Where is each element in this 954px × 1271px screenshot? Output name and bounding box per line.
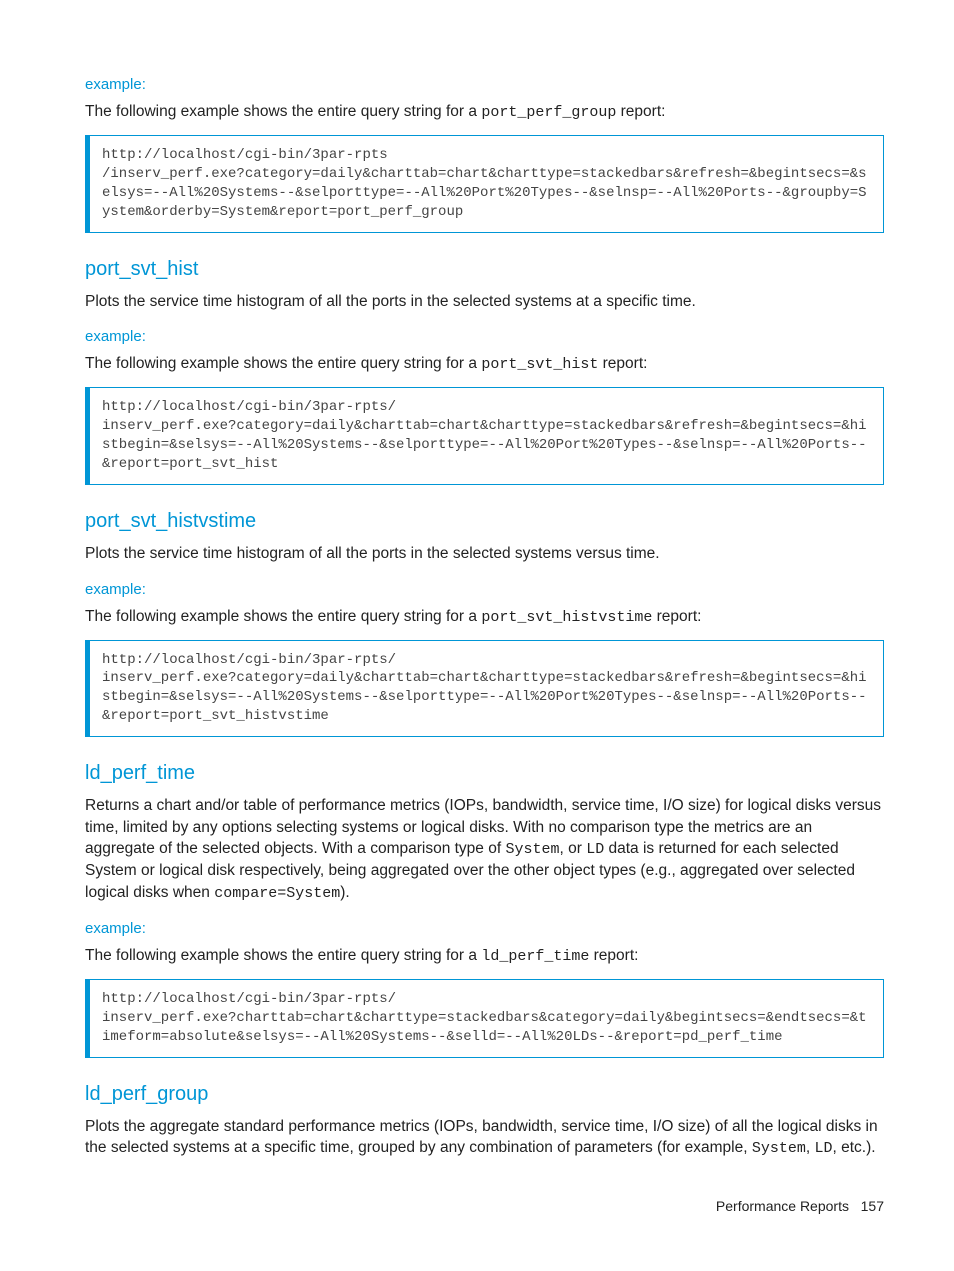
footer-page: 157: [861, 1198, 884, 1214]
example-label-1: example:: [85, 326, 884, 347]
heading-port-svt-hist: port_svt_hist: [85, 255, 884, 283]
desc4-c1: System: [752, 1140, 806, 1157]
heading-ld-perf-group: ld_perf_group: [85, 1080, 884, 1108]
desc-ld-perf-group: Plots the aggregate standard performance…: [85, 1116, 884, 1160]
desc4-p3: , etc.).: [832, 1139, 875, 1156]
desc3-c2: LD: [586, 841, 604, 858]
example-intro-code-2: port_svt_histvstime: [481, 609, 652, 626]
example-intro-pre-0: The following example shows the entire q…: [85, 103, 481, 120]
page-footer: Performance Reports 157: [85, 1197, 884, 1217]
example-intro-2: The following example shows the entire q…: [85, 606, 884, 628]
example-intro-0: The following example shows the entire q…: [85, 101, 884, 123]
desc4-c2: LD: [814, 1140, 832, 1157]
example-label-0: example:: [85, 74, 884, 95]
code-block-1: http://localhost/cgi-bin/3par-rpts/ inse…: [85, 387, 884, 485]
code-block-0: http://localhost/cgi-bin/3par-rpts /inse…: [85, 135, 884, 233]
example-intro-code-3: ld_perf_time: [481, 948, 589, 965]
heading-ld-perf-time: ld_perf_time: [85, 759, 884, 787]
example-intro-pre-3: The following example shows the entire q…: [85, 947, 481, 964]
example-intro-pre-1: The following example shows the entire q…: [85, 355, 481, 372]
code-block-3: http://localhost/cgi-bin/3par-rpts/ inse…: [85, 979, 884, 1058]
desc3-p2: , or: [559, 840, 586, 857]
example-intro-post-1: report:: [598, 355, 647, 372]
example-label-2: example:: [85, 579, 884, 600]
example-intro-post-3: report:: [589, 947, 638, 964]
example-intro-post-0: report:: [616, 103, 665, 120]
example-intro-pre-2: The following example shows the entire q…: [85, 608, 481, 625]
desc3-p4: ).: [340, 884, 349, 901]
example-intro-code-0: port_perf_group: [481, 104, 616, 121]
desc3-c1: System: [505, 841, 559, 858]
example-intro-3: The following example shows the entire q…: [85, 945, 884, 967]
desc3-c3: compare=System: [214, 885, 340, 902]
desc-ld-perf-time: Returns a chart and/or table of performa…: [85, 795, 884, 904]
footer-section: Performance Reports: [716, 1198, 849, 1214]
example-intro-post-2: report:: [652, 608, 701, 625]
code-block-2: http://localhost/cgi-bin/3par-rpts/ inse…: [85, 640, 884, 738]
example-label-3: example:: [85, 918, 884, 939]
desc-port-svt-histvstime: Plots the service time histogram of all …: [85, 543, 884, 565]
example-intro-code-1: port_svt_hist: [481, 356, 598, 373]
desc-port-svt-hist: Plots the service time histogram of all …: [85, 291, 884, 313]
heading-port-svt-histvstime: port_svt_histvstime: [85, 507, 884, 535]
example-intro-1: The following example shows the entire q…: [85, 353, 884, 375]
